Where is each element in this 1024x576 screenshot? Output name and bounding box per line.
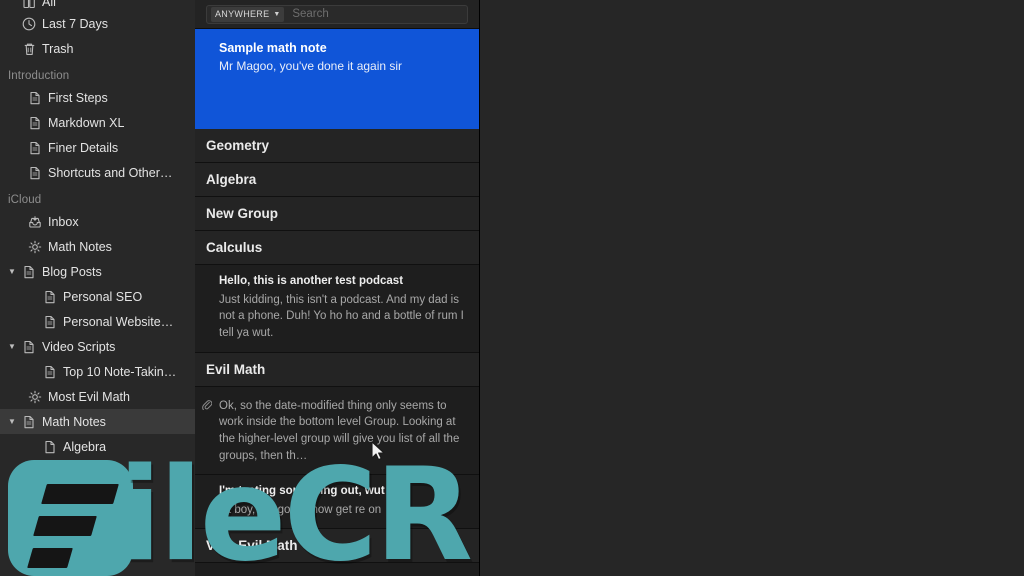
sidebar-item-label: First Steps xyxy=(48,90,108,105)
note-title: I'm testing something out, wut xyxy=(219,485,385,498)
gear-icon xyxy=(25,390,45,404)
sidebar-item-last-7-days[interactable]: ▼ Last 7 Days xyxy=(0,11,195,36)
search-placeholder: Search xyxy=(292,8,329,20)
document-icon xyxy=(19,265,39,279)
sidebar-item-first-steps[interactable]: First Steps xyxy=(0,85,195,110)
sidebar-item-label: Top 10 Note-Takin… xyxy=(63,364,177,379)
sidebar-item-math-notes-smart[interactable]: Math Notes xyxy=(0,234,195,259)
list-group-row[interactable]: Very Evil Math xyxy=(195,529,479,564)
list-item-note-with-attachment[interactable]: Ok, so the date-modified thing only seem… xyxy=(195,386,479,476)
sidebar-item-algebra[interactable]: Algebra xyxy=(0,434,195,459)
sidebar-item-trash[interactable]: ▼ Trash xyxy=(0,36,195,61)
group-label: Evil Math xyxy=(206,361,266,377)
list-group-row[interactable]: Algebra xyxy=(195,163,479,197)
note-list-panel: ANYWHERE ▼ Search Sample math note Mr Ma… xyxy=(195,0,480,576)
sidebar-item-more[interactable]: Math xyxy=(0,509,195,534)
clock-icon xyxy=(19,17,39,31)
sidebar-section-icloud: iCloud xyxy=(8,194,42,206)
sidebar-item-label: Finer Details xyxy=(48,140,119,155)
sidebar-item-math-notes-group[interactable]: ▼ Math Notes xyxy=(0,409,195,434)
gear-icon xyxy=(25,240,45,254)
sidebar-item-most-evil-math[interactable]: Most Evil Math xyxy=(0,384,195,409)
document-icon xyxy=(40,315,60,329)
list-group-row[interactable]: Geometry xyxy=(195,129,479,163)
list-group-row[interactable]: New Group xyxy=(195,197,479,231)
document-icon xyxy=(25,141,45,155)
list-group-row[interactable]: Calculus xyxy=(195,231,479,265)
sidebar-item-label: Personal SEO xyxy=(63,289,143,304)
document-icon xyxy=(25,116,45,130)
trash-icon xyxy=(19,42,39,56)
document-icon xyxy=(40,290,60,304)
notes-app-window: ▼ All ▼ Last 7 Days ▼ Trash Introduction xyxy=(0,0,1024,576)
note-preview: git boy, the gosh know get re on xyxy=(219,503,382,516)
mouse-cursor xyxy=(371,441,387,463)
note-preview: Just kidding, this isn't a podcast. And … xyxy=(219,293,464,339)
sidebar-item-label: Trash xyxy=(42,41,74,56)
sidebar-item-label: Personal Website… xyxy=(63,314,174,329)
sidebar-item-finer-details[interactable]: Finer Details xyxy=(0,135,195,160)
list-item-note[interactable]: I'm testing something out, wut git boy, … xyxy=(195,475,479,530)
sidebar-item-label: Inbox xyxy=(48,214,79,229)
books-icon xyxy=(19,0,39,9)
note-title: Sample math note xyxy=(219,41,327,55)
document-icon xyxy=(19,415,39,429)
sidebar-item-label: Blog Posts xyxy=(42,264,102,279)
sidebar-item-inbox[interactable]: Inbox xyxy=(0,209,195,234)
sidebar-item-personal-seo[interactable]: Personal SEO xyxy=(0,284,195,309)
sidebar-item-personal-website[interactable]: Personal Website… xyxy=(0,309,195,334)
note-preview: Mr Magoo, you've done it again sir xyxy=(219,59,403,73)
group-label: New Group xyxy=(206,206,279,221)
group-label: Calculus xyxy=(206,240,263,255)
note-preview: Ok, so the date-modified thing only seem… xyxy=(219,399,460,462)
sidebar-item-geometry[interactable]: Geometry xyxy=(0,484,195,509)
disclosure-triangle-expanded[interactable]: ▼ xyxy=(8,267,19,276)
document-icon xyxy=(40,465,60,479)
search-bar: ANYWHERE ▼ Search xyxy=(195,0,479,29)
sidebar-item-shortcuts[interactable]: Shortcuts and Other… xyxy=(0,160,195,185)
sidebar-item-label: Most Evil Math xyxy=(48,389,130,404)
document-icon xyxy=(25,91,45,105)
sidebar-item-calculus[interactable]: Calculus xyxy=(0,459,195,484)
group-label: Algebra xyxy=(206,172,257,187)
inbox-icon xyxy=(25,215,45,229)
document-icon xyxy=(40,490,60,504)
paperclip-icon xyxy=(201,398,212,410)
disclosure-triangle-expanded[interactable]: ▼ xyxy=(8,417,19,426)
search-input[interactable]: ANYWHERE ▼ Search xyxy=(206,4,468,24)
group-label: Very Evil Math xyxy=(206,538,298,554)
document-icon xyxy=(19,340,39,354)
sidebar-item-label: All xyxy=(42,0,56,9)
sidebar-item-label: Markdown XL xyxy=(48,115,125,130)
sidebar-item-top-10-note-taking[interactable]: Top 10 Note-Takin… xyxy=(0,359,195,384)
document-icon xyxy=(40,515,60,529)
search-scope-label: ANYWHERE xyxy=(215,9,270,19)
document-icon xyxy=(25,166,45,180)
sidebar-item-video-scripts[interactable]: ▼ Video Scripts xyxy=(0,334,195,359)
list-item-note[interactable]: Hello, this is another test podcast Just… xyxy=(195,265,479,353)
search-scope-dropdown[interactable]: ANYWHERE ▼ xyxy=(211,6,285,22)
document-icon xyxy=(40,440,60,454)
sidebar-item-markdown-xl[interactable]: Markdown XL xyxy=(0,110,195,135)
list-group-row[interactable]: Evil Math xyxy=(195,352,479,387)
sidebar: ▼ All ▼ Last 7 Days ▼ Trash Introduction xyxy=(0,0,195,576)
note-title: Hello, this is another test podcast xyxy=(219,275,404,287)
list-item-selected-note[interactable]: Sample math note Mr Magoo, you've done i… xyxy=(195,29,479,129)
sidebar-section-introduction: Introduction xyxy=(8,70,70,82)
document-icon xyxy=(40,365,60,379)
group-label: Geometry xyxy=(206,138,270,153)
disclosure-triangle-expanded[interactable]: ▼ xyxy=(8,342,19,351)
sidebar-item-blog-posts[interactable]: ▼ Blog Posts xyxy=(0,259,195,284)
sidebar-item-label: Video Scripts xyxy=(42,339,116,354)
chevron-down-icon: ▼ xyxy=(273,10,281,18)
sidebar-item-label: Math Notes xyxy=(48,239,112,254)
sidebar-item-all[interactable]: ▼ All xyxy=(0,0,195,11)
sidebar-item-label: Last 7 Days xyxy=(42,16,109,31)
note-editor[interactable]: # Sample math note Mr Magoo, you've done… xyxy=(480,0,1024,576)
sidebar-item-label: Shortcuts and Other… xyxy=(48,165,173,180)
sidebar-item-label: Math Notes xyxy=(42,414,106,429)
